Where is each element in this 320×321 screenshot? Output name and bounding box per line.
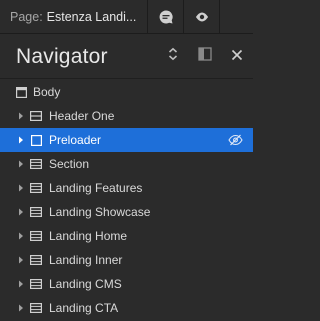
tree-row-label: Body [33,85,61,99]
tree-row-body[interactable]: Body [0,80,253,104]
expand-collapse-icon [167,47,179,66]
tree-row-preloader[interactable]: Preloader [0,128,253,152]
caret-right-icon[interactable] [14,272,28,296]
caret-right-icon[interactable] [14,296,28,320]
top-bar: Page: Estenza Landi... [0,0,253,34]
navigator-header: Navigator [0,35,253,79]
caret-right-icon[interactable] [14,128,28,152]
tree-row-landing-inner[interactable]: Landing Inner [0,248,253,272]
section-icon [29,296,43,320]
caret-right-icon[interactable] [14,248,28,272]
navigator-tree: Body Header One Preloader Section Landin… [0,80,253,320]
section-icon [29,272,43,296]
caret-right-icon[interactable] [14,176,28,200]
caret-right-icon[interactable] [14,200,28,224]
comment-icon [158,9,174,25]
tree-row-header-one[interactable]: Header One [0,104,253,128]
section-icon [29,200,43,224]
tree-row-landing-home[interactable]: Landing Home [0,224,253,248]
caret-right-icon[interactable] [14,152,28,176]
eye-slash-icon[interactable] [228,128,243,152]
navigator-title: Navigator [16,44,108,68]
close-button[interactable] [221,35,253,79]
page-name-label: Estenza Landi... [46,10,137,24]
tree-row-label: Landing Features [49,181,143,195]
section-icon [29,224,43,248]
tree-row-landing-showcase[interactable]: Landing Showcase [0,200,253,224]
tree-row-landing-features[interactable]: Landing Features [0,176,253,200]
page-prefix-label: Page: [10,10,43,24]
tree-row-label: Header One [49,109,115,123]
caret-right-icon[interactable] [14,104,28,128]
div-block-icon [29,128,43,152]
tree-row-label: Section [49,157,90,171]
caret-right-icon[interactable] [14,224,28,248]
tree-row-label: Landing Home [49,229,128,243]
dock-panel-button[interactable] [189,35,221,79]
section-icon [29,248,43,272]
dock-panel-icon [198,47,212,66]
tree-row-landing-cta[interactable]: Landing CTA [0,296,253,320]
page-icon [14,80,28,104]
preview-button[interactable] [184,0,220,34]
tree-row-label: Landing CMS [49,277,122,291]
tree-row-landing-cms[interactable]: Landing CMS [0,272,253,296]
comments-button[interactable] [148,0,184,34]
tree-row-label: Landing CTA [49,301,119,315]
tree-row-section[interactable]: Section [0,152,253,176]
section-icon [29,152,43,176]
expand-collapse-button[interactable] [157,35,189,79]
tree-row-label: Landing Inner [49,253,123,267]
tree-row-label: Landing Showcase [49,205,151,219]
symbol-icon [29,104,43,128]
section-icon [29,176,43,200]
preview-eye-icon [194,9,210,25]
tree-row-label: Preloader [49,133,102,147]
close-icon [231,48,243,66]
page-selector[interactable]: Page: Estenza Landi... [0,0,148,34]
